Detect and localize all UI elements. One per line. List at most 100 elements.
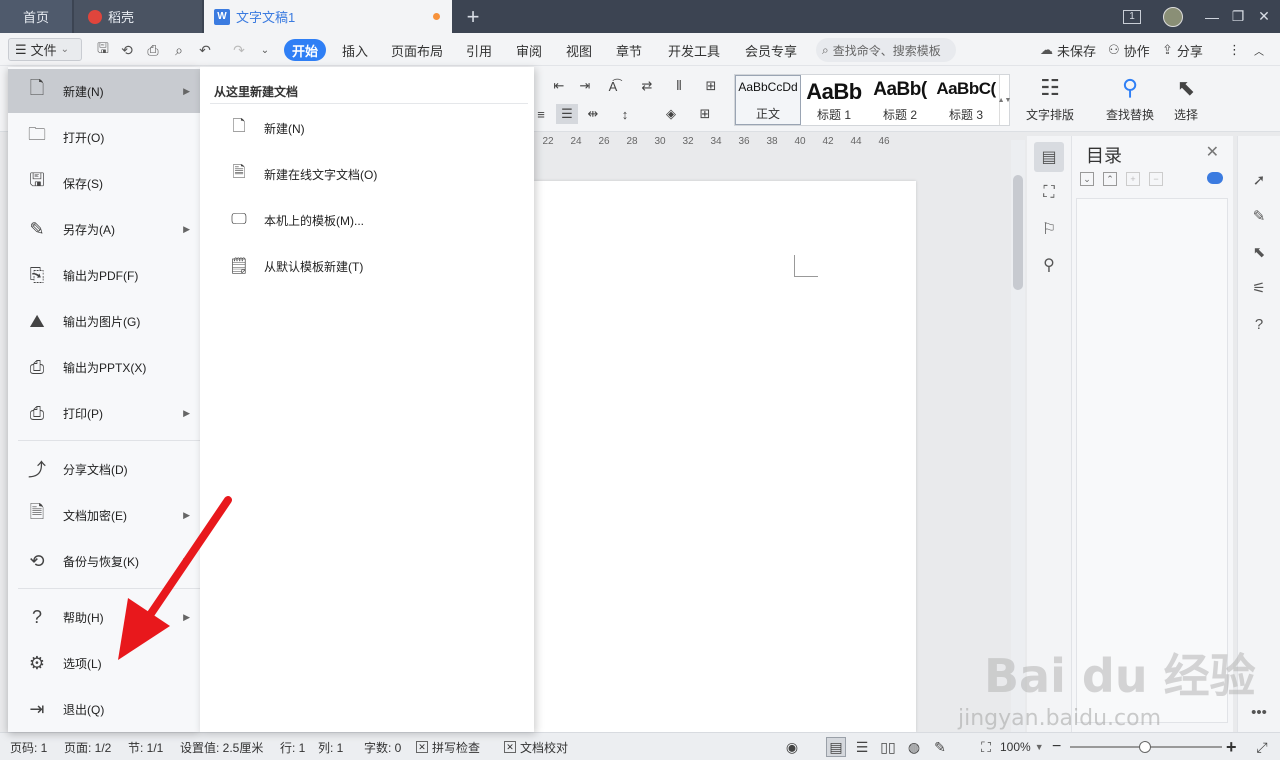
web-view-icon[interactable]: ◍	[904, 737, 924, 757]
style-scroll-icon[interactable]: ▲▼	[998, 75, 1011, 125]
shading-icon[interactable]: ◈	[660, 104, 682, 124]
add-tab-button[interactable]: +	[458, 0, 488, 33]
share-button[interactable]: ⇪ 分享	[1162, 39, 1203, 61]
close-icon[interactable]: ✕	[1206, 142, 1219, 162]
tab-home[interactable]: 首页	[0, 0, 72, 33]
status-section[interactable]: 节: 1/1	[128, 733, 163, 760]
paragraph-mark-icon[interactable]: ⊞	[700, 76, 722, 96]
distributed-icon[interactable]: ⇹	[582, 104, 604, 124]
tab-review[interactable]: 审阅	[510, 39, 548, 61]
submenu-item-new-online[interactable]: 🗎 新建在线文字文档(O)	[228, 159, 378, 189]
menu-item-open[interactable]: 🗀 打开(O)	[8, 115, 200, 159]
collapse-icon[interactable]: ⌃	[1103, 172, 1117, 186]
zoom-in-button[interactable]: +	[1226, 733, 1237, 760]
collaborate-button[interactable]: ⚇ 协作	[1108, 39, 1150, 61]
undo-icon[interactable]: ↶	[194, 39, 216, 61]
tab-page-layout[interactable]: 页面布局	[388, 39, 446, 61]
tab-references[interactable]: 引用	[460, 39, 498, 61]
tab-start[interactable]: 开始	[284, 39, 326, 61]
status-page-number[interactable]: 页码: 1	[10, 733, 47, 760]
remove-heading-icon[interactable]: −	[1149, 172, 1163, 186]
scrollbar-thumb[interactable]	[1013, 175, 1023, 290]
chinese-layout-icon[interactable]: A͡	[602, 76, 624, 96]
menu-item-save-as[interactable]: ✎ 另存为(A) ▶	[8, 207, 200, 251]
menu-item-save[interactable]: 🖫 保存(S)	[8, 161, 200, 205]
justify-icon[interactable]: ☰	[556, 104, 578, 124]
style-heading-1[interactable]: AaBb 标题 1	[801, 75, 867, 125]
submenu-item-local-template[interactable]: 🖵 本机上的模板(M)...	[228, 205, 364, 235]
chapter-nav-icon[interactable]: ⛶	[1034, 178, 1064, 208]
write-mode-icon[interactable]: ✎	[930, 737, 950, 757]
text-direction-icon[interactable]: ⇄	[636, 76, 658, 96]
print-icon[interactable]: ⎙	[142, 39, 164, 61]
window-badge-button[interactable]: 1	[1120, 0, 1144, 33]
fullscreen-icon[interactable]: ⤢	[1252, 737, 1272, 757]
help-icon[interactable]: ?	[1247, 312, 1271, 336]
pointer-icon[interactable]: ⬉	[1247, 240, 1271, 264]
page-view-icon[interactable]: ▤	[826, 737, 846, 757]
expand-icon[interactable]: ⌄	[1080, 172, 1094, 186]
menu-item-backup[interactable]: ⟲ 备份与恢复(K) ▶	[8, 539, 200, 583]
style-heading-3[interactable]: AaBbC( 标题 3	[933, 75, 999, 125]
tab-insert[interactable]: 插入	[336, 39, 374, 61]
spell-check-button[interactable]: ✕ 拼写检查	[416, 733, 480, 760]
reading-view-icon[interactable]: ▯▯	[878, 737, 898, 757]
find-replace-button[interactable]: ⚲ 查找替换	[1106, 74, 1154, 123]
document-page[interactable]	[534, 181, 916, 732]
file-menu-button[interactable]: ☰ 文件 ⌄	[8, 38, 82, 61]
format-painter-icon[interactable]: ⟲	[116, 39, 138, 61]
status-column[interactable]: 列: 1	[318, 733, 343, 760]
search-nav-icon[interactable]: ⚲	[1034, 250, 1064, 280]
line-spacing-icon[interactable]: ↕	[614, 104, 636, 124]
style-normal[interactable]: AaBbCcDd 正文	[735, 75, 801, 125]
customize-chevron-icon[interactable]: ⌄	[254, 39, 276, 61]
proofread-button[interactable]: ✕ 文档校对	[504, 733, 568, 760]
tab-developer[interactable]: 开发工具	[664, 39, 724, 61]
status-word-count[interactable]: 字数: 0	[364, 733, 401, 760]
menu-item-options[interactable]: ⚙ 选项(L)	[8, 641, 200, 685]
menu-item-export-pdf[interactable]: ⎘ 输出为PDF(F)	[8, 253, 200, 297]
rocket-icon[interactable]: ➚	[1247, 168, 1271, 192]
bookmark-icon[interactable]: ⚐	[1034, 214, 1064, 244]
submenu-item-new[interactable]: 🗋 新建(N)	[228, 113, 305, 143]
status-setting[interactable]: 设置值: 2.5厘米	[180, 733, 263, 760]
restore-icon[interactable]: ❐	[1226, 0, 1250, 33]
save-icon[interactable]: 🖫	[92, 39, 114, 61]
fit-page-icon[interactable]: ⛶	[976, 737, 996, 757]
close-window-icon[interactable]: ✕	[1252, 0, 1276, 33]
print-preview-icon[interactable]: ⌕	[168, 39, 190, 61]
zoom-select[interactable]: 100% ▼	[1000, 733, 1044, 760]
menu-item-new[interactable]: 🗋 新建(N) ▶	[8, 69, 200, 113]
tab-document[interactable]: W 文字文稿1	[204, 0, 452, 33]
smart-toc-icon[interactable]	[1207, 172, 1223, 184]
avatar[interactable]	[1160, 0, 1186, 33]
tab-chapter[interactable]: 章节	[610, 39, 648, 61]
menu-item-help[interactable]: ? 帮助(H) ▶	[8, 595, 200, 639]
tab-view[interactable]: 视图	[560, 39, 598, 61]
menu-item-export-image[interactable]: ⛰ 输出为图片(G)	[8, 299, 200, 343]
zoom-slider-handle[interactable]	[1139, 741, 1151, 753]
menu-item-share[interactable]: ⤴ 分享文档(D)	[8, 447, 200, 491]
pen-icon[interactable]: ✎	[1247, 204, 1271, 228]
tab-member[interactable]: 会员专享	[740, 39, 802, 61]
select-button[interactable]: ⬉ 选择	[1174, 74, 1198, 123]
text-layout-button[interactable]: ☷ 文字排版	[1026, 74, 1074, 123]
eye-protection-icon[interactable]: ◉	[782, 737, 802, 757]
style-heading-2[interactable]: AaBb( 标题 2	[867, 75, 933, 125]
menu-item-exit[interactable]: ⇥ 退出(Q)	[8, 687, 200, 731]
submenu-item-default-template[interactable]: 🗒 从默认模板新建(T)	[228, 251, 363, 281]
collapse-ribbon-icon[interactable]: ︿	[1254, 39, 1264, 61]
menu-item-export-pptx[interactable]: ⎙ 输出为PPTX(X)	[8, 345, 200, 389]
unsaved-button[interactable]: ☁ 未保存	[1040, 39, 1096, 61]
outline-view-icon[interactable]: ☰	[852, 737, 872, 757]
status-row[interactable]: 行: 1	[280, 733, 305, 760]
add-heading-icon[interactable]: +	[1126, 172, 1140, 186]
toc-nav-icon[interactable]: ▤	[1034, 142, 1064, 172]
more-menu-icon[interactable]: ⋮	[1228, 39, 1241, 61]
redo-icon[interactable]: ↷	[228, 39, 250, 61]
show-marks-icon[interactable]: ⫴	[668, 76, 690, 96]
status-pages[interactable]: 页面: 1/2	[64, 733, 111, 760]
settings-sliders-icon[interactable]: ⚟	[1247, 276, 1271, 300]
menu-item-encrypt[interactable]: 🗎 文档加密(E) ▶	[8, 493, 200, 537]
zoom-out-button[interactable]: −	[1052, 733, 1061, 760]
